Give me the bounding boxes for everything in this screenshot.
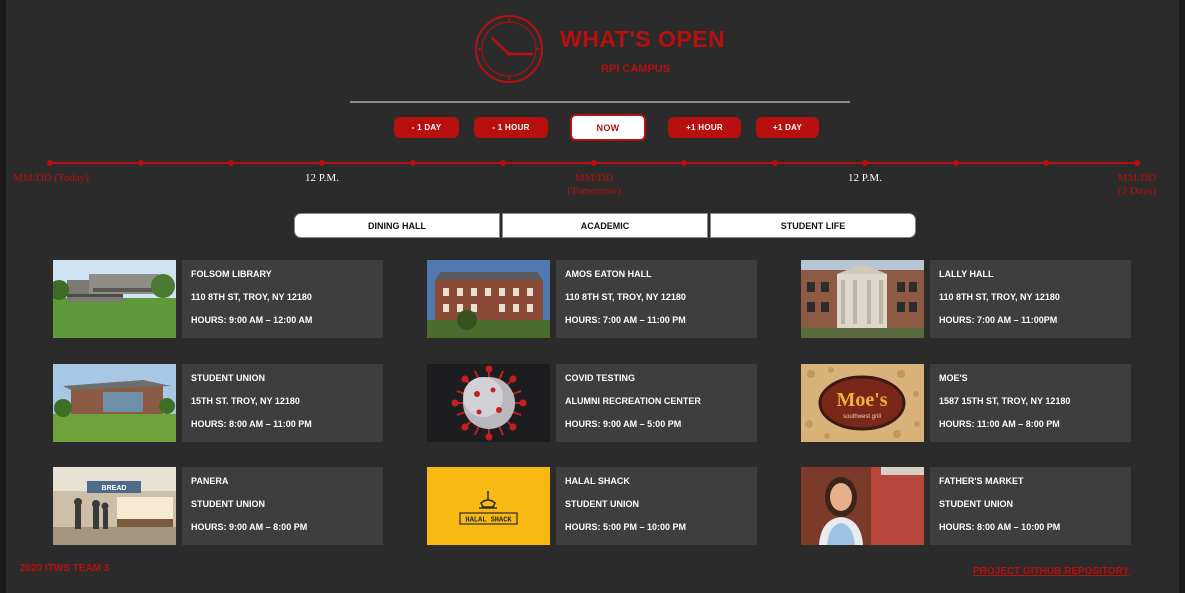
app-title: WHAT'S OPEN [560,26,726,52]
location-card[interactable]: COVID TESTING ALUMNI RECREATION CENTER H… [427,364,757,442]
fathers-market-photo [801,467,924,545]
timeline-tick[interactable] [228,160,234,166]
location-hours: HOURS: 5:00 PM – 10:00 PM [565,522,687,532]
timeline-label-day: (Tomorrow) [567,185,621,197]
timeline-tick[interactable] [47,160,53,166]
location-address: 110 8TH ST, TROY, NY 12180 [565,292,686,302]
student-union-photo [53,364,176,442]
lally-hall-photo [801,260,924,338]
location-info: FOLSOM LIBRARY 110 8TH ST, TROY, NY 1218… [182,260,383,338]
location-address: STUDENT UNION [565,499,639,509]
covid-virus-image [427,364,550,442]
timeline-tick[interactable] [862,160,868,166]
minus-hour-button[interactable]: - 1 HOUR [474,117,548,138]
location-info: FATHER'S MARKET STUDENT UNION HOURS: 8:0… [930,467,1131,545]
location-info: HALAL SHACK STUDENT UNION HOURS: 5:00 PM… [556,467,757,545]
location-card[interactable]: Moe's southwest grill MOE'S 1587 15TH ST… [801,364,1131,442]
moes-logo-text: Moe's [836,389,887,411]
moes-logo-image: Moe's southwest grill [801,364,924,442]
now-button[interactable]: NOW [570,114,646,141]
timeline-tick[interactable] [138,160,144,166]
location-name: COVID TESTING [565,373,636,383]
location-address: STUDENT UNION [939,499,1013,509]
header-divider [350,101,850,103]
location-card[interactable]: FOLSOM LIBRARY 110 8TH ST, TROY, NY 1218… [53,260,383,338]
header: WHAT'S OPEN RPI CAMPUS [474,14,734,86]
app-subtitle: RPI CAMPUS [601,63,671,75]
location-info: COVID TESTING ALUMNI RECREATION CENTER H… [556,364,757,442]
location-card[interactable]: AMOS EATON HALL 110 8TH ST, TROY, NY 121… [427,260,757,338]
location-hours: HOURS: 9:00 AM – 5:00 PM [565,419,682,429]
page: WHAT'S OPEN RPI CAMPUS - 1 DAY - 1 HOUR … [6,0,1179,593]
location-hours: HOURS: 8:00 AM – 10:00 PM [939,522,1061,532]
location-hours: HOURS: 8:00 AM – 11:00 PM [191,419,312,429]
github-repo-link[interactable]: PROJECT GITHUB REPOSITORY [973,566,1129,577]
location-address: 1587 15TH ST, TROY, NY 12180 [939,396,1071,406]
timeline-tick[interactable] [319,160,325,166]
tab-dining-hall[interactable]: DINING HALL [294,213,500,238]
location-name: MOE'S [939,373,968,383]
footer-team-credit: 2020 ITWS TEAM 3 [20,563,110,574]
location-address: 110 8TH ST, TROY, NY 12180 [191,292,312,302]
location-info: LALLY HALL 110 8TH ST, TROY, NY 12180 HO… [930,260,1131,338]
timeline-label-date: MM/DD [574,172,614,184]
timeline-label-date: MM/DD [1117,172,1157,184]
location-address: STUDENT UNION [191,499,265,509]
location-name: AMOS EATON HALL [565,269,652,279]
location-card[interactable]: LALLY HALL 110 8TH ST, TROY, NY 12180 HO… [801,260,1131,338]
timeline-tick[interactable] [591,160,597,166]
timeline-tick[interactable] [1134,160,1140,166]
timeline-label-day: (2 Days) [1117,185,1157,197]
amos-eaton-hall-photo [427,260,550,338]
location-name: STUDENT UNION [191,373,265,383]
location-hours: HOURS: 7:00 AM – 11:00PM [939,315,1058,325]
location-hours: HOURS: 11:00 AM – 8:00 PM [939,419,1060,429]
location-address: 110 8TH ST, TROY, NY 12180 [939,292,1060,302]
location-name: FOLSOM LIBRARY [191,269,272,279]
location-name: LALLY HALL [939,269,994,279]
location-name: FATHER'S MARKET [939,476,1024,486]
tab-student-life[interactable]: STUDENT LIFE [710,213,916,238]
location-card[interactable]: FATHER'S MARKET STUDENT UNION HOURS: 8:0… [801,467,1131,545]
halal-logo-text: HALAL SHACK [465,517,512,525]
timeline: MM/DD (Today) 12 P.M. MM/DD (Tomorrow) 1… [6,150,1179,200]
plus-day-button[interactable]: +1 DAY [756,117,819,138]
location-card[interactable]: BREAD PANERA STUDENT UNION HOURS: 9:00 A… [53,467,383,545]
timeline-tick[interactable] [1043,160,1049,166]
location-address: 15TH ST. TROY, NY 12180 [191,396,300,406]
location-name: HALAL SHACK [565,476,630,486]
minus-day-button[interactable]: - 1 DAY [394,117,459,138]
location-info: PANERA STUDENT UNION HOURS: 9:00 AM – 8:… [182,467,383,545]
folsom-library-photo [53,260,176,338]
location-hours: HOURS: 9:00 AM – 12:00 AM [191,315,313,325]
timeline-tick[interactable] [953,160,959,166]
location-card[interactable]: STUDENT UNION 15TH ST. TROY, NY 12180 HO… [53,364,383,442]
timeline-label-2days: MM/DD (2 Days) [1118,172,1157,198]
timeline-tick[interactable] [681,160,687,166]
location-hours: HOURS: 9:00 AM – 8:00 PM [191,522,308,532]
tab-academic[interactable]: ACADEMIC [502,213,708,238]
location-info: MOE'S 1587 15TH ST, TROY, NY 12180 HOURS… [930,364,1131,442]
location-hours: HOURS: 7:00 AM – 11:00 PM [565,315,686,325]
location-address: ALUMNI RECREATION CENTER [565,396,701,406]
panera-sign-text: BREAD [102,485,127,492]
timeline-tick[interactable] [500,160,506,166]
timeline-tick[interactable] [410,160,416,166]
location-info: STUDENT UNION 15TH ST. TROY, NY 12180 HO… [182,364,383,442]
timeline-tick[interactable] [772,160,778,166]
timeline-label-noon: 12 P.M. [305,172,339,184]
moes-logo-subtext: southwest grill [843,414,881,420]
timeline-label-noon: 12 P.M. [848,172,882,184]
location-card[interactable]: HALAL SHACK HALAL SHACK STUDENT UNION HO… [427,467,757,545]
plus-hour-button[interactable]: +1 HOUR [668,117,741,138]
location-info: AMOS EATON HALL 110 8TH ST, TROY, NY 121… [556,260,757,338]
timeline-label-today: MM/DD (Today) [13,172,89,184]
location-name: PANERA [191,476,229,486]
clock-icon [475,15,543,83]
timeline-label-tomorrow: MM/DD (Tomorrow) [567,172,621,198]
halal-shack-logo: HALAL SHACK [427,467,550,545]
panera-photo: BREAD [53,467,176,545]
